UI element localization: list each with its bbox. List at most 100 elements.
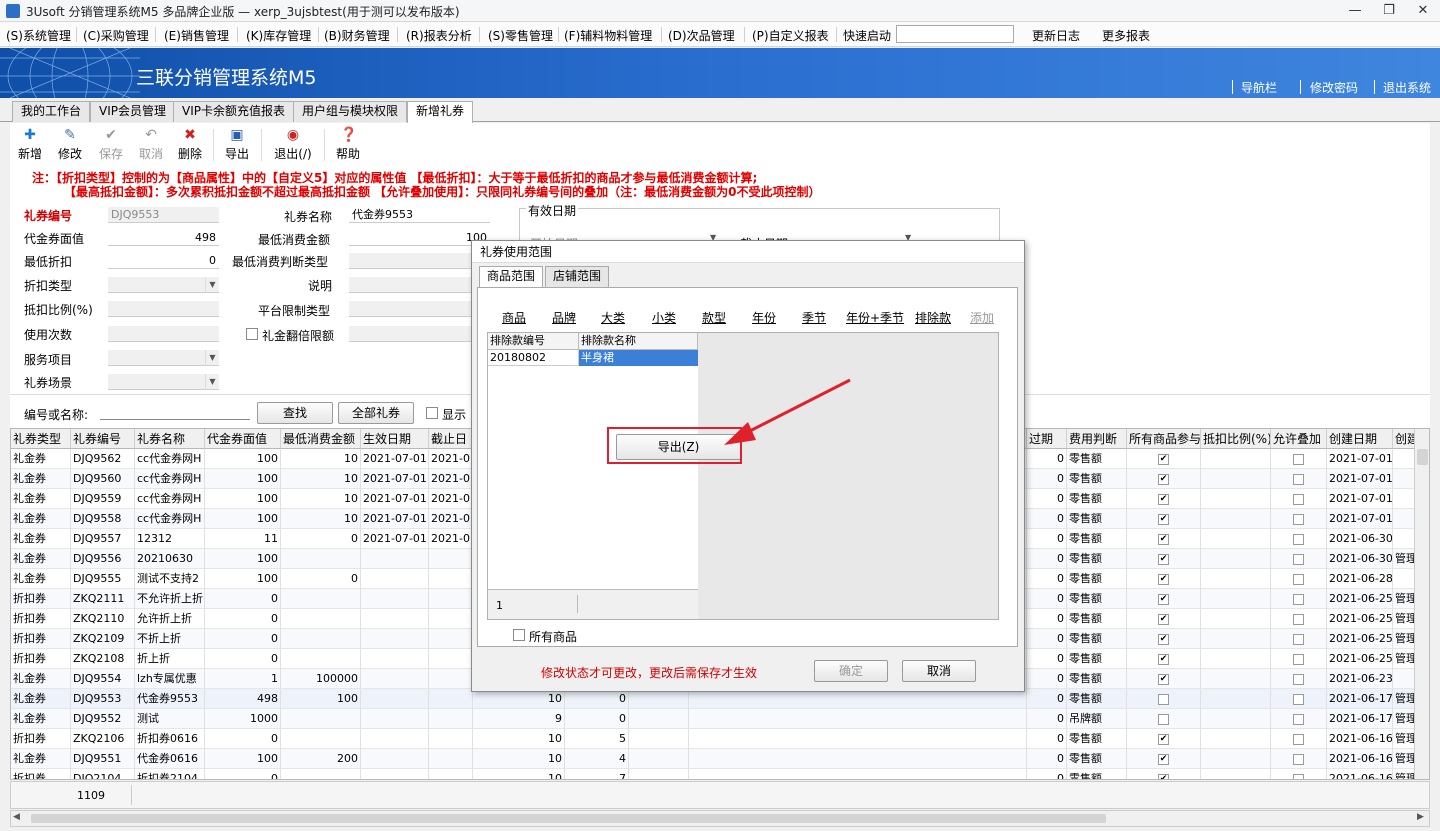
row-checkbox[interactable]: ✔ <box>1158 573 1169 585</box>
min-discount-field[interactable]: 0 <box>108 253 219 269</box>
row-checkbox[interactable]: ✔ <box>1158 533 1169 545</box>
table-cell[interactable] <box>1271 469 1327 489</box>
row-checkbox[interactable] <box>1293 453 1304 465</box>
row-checkbox[interactable] <box>1293 713 1304 725</box>
horizontal-scrollbar[interactable]: ◀ ▶ <box>10 810 1430 827</box>
column-header[interactable]: 礼券名称 <box>135 429 205 449</box>
table-cell[interactable] <box>1271 709 1327 729</box>
row-checkbox[interactable]: ✔ <box>1158 453 1169 465</box>
row-checkbox[interactable]: ✔ <box>1158 553 1169 565</box>
table-cell[interactable]: ✔ <box>1127 629 1201 649</box>
service-select[interactable]: ▼ <box>108 350 219 366</box>
row-checkbox[interactable] <box>1158 693 1169 705</box>
min-consume-type-select[interactable] <box>349 253 490 269</box>
table-cell[interactable]: ✔ <box>1127 449 1201 469</box>
coupon-name-field[interactable]: 代金券9553 <box>349 207 490 223</box>
column-header[interactable]: 代金券面值 <box>205 429 281 449</box>
row-checkbox[interactable] <box>1293 773 1304 779</box>
column-header[interactable]: 抵扣比例(%) <box>1201 429 1271 449</box>
table-cell[interactable]: ✔ <box>1127 609 1201 629</box>
table-cell[interactable] <box>1271 749 1327 769</box>
column-header[interactable]: 礼券类型 <box>11 429 71 449</box>
min-consume-field[interactable]: 100 <box>349 230 490 246</box>
platform-limit-select[interactable] <box>349 301 490 317</box>
table-cell[interactable]: ✔ <box>1127 549 1201 569</box>
row-checkbox[interactable]: ✔ <box>1158 753 1169 765</box>
filter-season[interactable]: 季节 <box>802 309 826 326</box>
row-checkbox[interactable] <box>1293 473 1304 485</box>
table-cell[interactable]: ✔ <box>1127 509 1201 529</box>
table-cell[interactable]: ✔ <box>1127 469 1201 489</box>
all-goods-checkbox[interactable] <box>513 629 525 641</box>
minimize-icon[interactable]: — <box>1342 2 1368 20</box>
menu-materials[interactable]: (F)辅料物料管理 <box>564 27 652 44</box>
row-checkbox[interactable]: ✔ <box>1158 653 1169 665</box>
row-checkbox[interactable]: ✔ <box>1158 593 1169 605</box>
exclude-row-name[interactable]: 半身裙 <box>579 350 698 366</box>
tab-new-coupon[interactable]: 新增礼券 <box>407 101 474 123</box>
table-cell[interactable] <box>1271 609 1327 629</box>
use-times-field[interactable] <box>108 326 219 342</box>
menu-defects[interactable]: (D)次品管理 <box>668 27 735 44</box>
row-checkbox[interactable] <box>1293 533 1304 545</box>
row-checkbox[interactable]: ✔ <box>1158 633 1169 645</box>
scroll-right-icon[interactable]: ▶ <box>1417 812 1424 822</box>
column-header[interactable]: 创建日期 <box>1327 429 1393 449</box>
row-checkbox[interactable] <box>1293 733 1304 745</box>
column-header[interactable]: 生效日期 <box>361 429 429 449</box>
table-cell[interactable] <box>1271 489 1327 509</box>
tab-workbench[interactable]: 我的工作台 <box>12 101 91 122</box>
table-row[interactable]: 礼金券 DJQ9551 代金券0616 100 200 10 4 0 零售额 ✔ 2021-06-1… <box>11 749 1429 769</box>
table-cell[interactable] <box>1271 629 1327 649</box>
row-checkbox[interactable] <box>1293 613 1304 625</box>
tab-vip-members[interactable]: VIP会员管理 <box>90 101 175 122</box>
table-cell[interactable]: ✔ <box>1127 489 1201 509</box>
changelog-link[interactable]: 更新日志 <box>1032 27 1080 44</box>
row-checkbox[interactable] <box>1293 493 1304 505</box>
double-limit-checkbox[interactable] <box>246 328 258 340</box>
row-checkbox[interactable] <box>1293 513 1304 525</box>
row-checkbox[interactable] <box>1293 673 1304 685</box>
tab-goods-scope[interactable]: 商品范围 <box>479 266 544 287</box>
change-password-link[interactable]: 修改密码 <box>1310 79 1358 96</box>
menu-custom-reports[interactable]: (P)自定义报表 <box>752 27 829 44</box>
dialog-cancel-button[interactable]: 取消 <box>902 660 976 682</box>
filter-subcategory[interactable]: 小类 <box>652 309 676 326</box>
filter-brand[interactable]: 品牌 <box>552 309 576 326</box>
tab-vip-recharge[interactable]: VIP卡余额充值报表 <box>173 101 294 122</box>
search-input[interactable] <box>100 404 250 420</box>
table-cell[interactable] <box>1271 529 1327 549</box>
logout-link[interactable]: 退出系统 <box>1383 79 1431 96</box>
table-cell[interactable] <box>1271 649 1327 669</box>
table-cell[interactable] <box>1271 449 1327 469</box>
row-checkbox[interactable] <box>1293 593 1304 605</box>
row-checkbox[interactable]: ✔ <box>1158 493 1169 505</box>
table-cell[interactable] <box>1271 589 1327 609</box>
row-checkbox[interactable] <box>1293 553 1304 565</box>
row-checkbox[interactable] <box>1293 573 1304 585</box>
filter-goods[interactable]: 商品 <box>502 309 526 326</box>
table-row[interactable]: 礼金券 DJQ9552 测试 1000 9 0 0 吊牌额 2021-06-17 管理 <box>11 709 1429 729</box>
table-cell[interactable] <box>1271 569 1327 589</box>
row-checkbox[interactable] <box>1293 693 1304 705</box>
filter-year-season[interactable]: 年份+季节 <box>846 309 904 326</box>
exclude-row-no[interactable]: 20180802 <box>488 350 579 366</box>
row-checkbox[interactable]: ✔ <box>1158 513 1169 525</box>
nav-link[interactable]: 导航栏 <box>1241 79 1277 96</box>
column-header[interactable]: 截止日 <box>429 429 473 449</box>
table-cell[interactable]: ✔ <box>1127 589 1201 609</box>
table-cell[interactable] <box>1127 689 1201 709</box>
row-checkbox[interactable] <box>1293 653 1304 665</box>
edit-button[interactable]: ✎ 修改 <box>56 127 84 162</box>
double-limit-field[interactable] <box>349 326 490 342</box>
column-header[interactable]: 允许叠加 <box>1271 429 1327 449</box>
exit-button[interactable]: ◉ 退出(/) <box>269 127 317 162</box>
scene-select[interactable]: ▼ <box>108 374 219 390</box>
menu-purchase[interactable]: (C)采购管理 <box>83 27 149 44</box>
table-cell[interactable]: ✔ <box>1127 649 1201 669</box>
table-row[interactable]: 折扣券 DJQ2104 折扣券2104 0 10 7 0 零售额 ✔ 2021-06-16 管理 <box>11 769 1429 779</box>
filter-category[interactable]: 大类 <box>601 309 625 326</box>
row-checkbox[interactable]: ✔ <box>1158 473 1169 485</box>
help-button[interactable]: ❓ 帮助 <box>334 127 362 162</box>
face-value-field[interactable]: 498 <box>108 230 219 246</box>
